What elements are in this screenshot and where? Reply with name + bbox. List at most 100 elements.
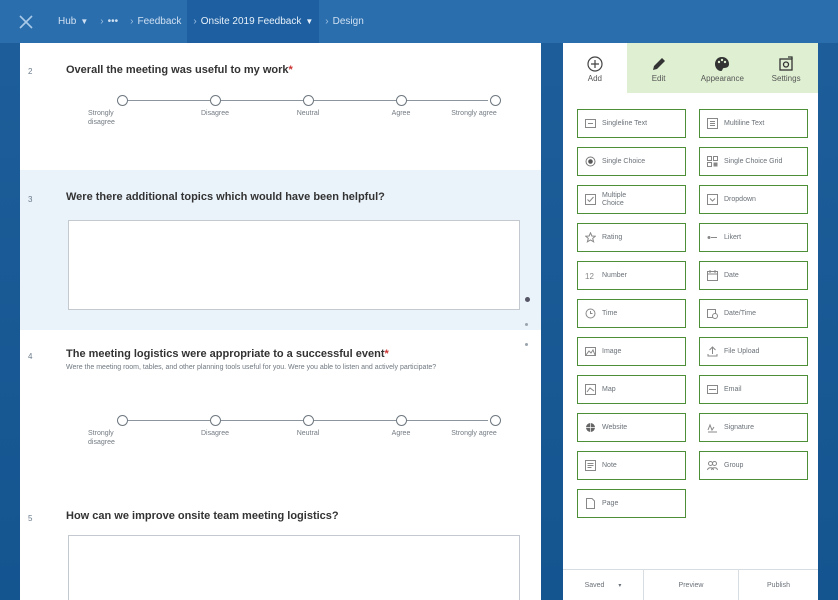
add-image-button[interactable]: Image bbox=[577, 337, 686, 366]
tab-label: Settings bbox=[771, 73, 801, 83]
tab-appearance[interactable]: Appearance bbox=[690, 43, 755, 93]
add-time-button[interactable]: Time bbox=[577, 299, 686, 328]
scale-label: Neutral bbox=[296, 430, 320, 437]
question-description: Were the meeting room, tables, and other… bbox=[66, 364, 437, 371]
top-nav-bar: Hub ▼ › ••• › Feedback › Onsite 2019 Fee… bbox=[0, 0, 838, 43]
question-title[interactable]: The meeting logistics were appropriate t… bbox=[66, 348, 389, 360]
upload-icon bbox=[700, 346, 724, 357]
radio-icon[interactable] bbox=[302, 415, 314, 426]
question-number: 3 bbox=[28, 195, 33, 204]
add-single-choice-button[interactable]: Single Choice bbox=[577, 147, 686, 176]
add-number-button[interactable]: 12 Number bbox=[577, 261, 686, 290]
scale-label: Strongly agree bbox=[451, 430, 497, 437]
scale-option[interactable]: Disagree bbox=[175, 413, 255, 438]
breadcrumb-feedback[interactable]: › Feedback bbox=[124, 0, 187, 43]
chevron-down-icon: ▼ bbox=[305, 17, 314, 26]
likert-icon bbox=[700, 232, 724, 243]
chevron-right-icon: › bbox=[100, 16, 104, 27]
breadcrumb-hub[interactable]: Hub ▼ bbox=[52, 0, 94, 43]
breadcrumb-label: Onsite 2019 Feedback bbox=[200, 16, 302, 27]
breadcrumb-more[interactable]: › ••• bbox=[94, 0, 124, 43]
scale-label: Strongly disagree bbox=[88, 430, 115, 446]
saved-dropdown[interactable]: Saved ▾ bbox=[563, 570, 643, 600]
question-type-label: Rating bbox=[602, 233, 623, 241]
question-type-label: Date bbox=[724, 271, 739, 279]
add-email-button[interactable]: Email bbox=[699, 375, 808, 404]
add-file-upload-button[interactable]: File Upload bbox=[699, 337, 808, 366]
scale-option[interactable]: Agree bbox=[361, 413, 441, 438]
tab-add[interactable]: Add bbox=[563, 43, 627, 93]
question-title[interactable]: Overall the meeting was useful to my wor… bbox=[66, 64, 293, 76]
question-title[interactable]: Were there additional topics which would… bbox=[66, 191, 385, 203]
tab-settings[interactable]: Settings bbox=[754, 43, 818, 93]
add-multiple-choice-button[interactable]: Multiple Choice bbox=[577, 185, 686, 214]
question-title-text: How can we improve onsite team meeting l… bbox=[66, 510, 339, 522]
scale-option[interactable]: Neutral bbox=[268, 413, 348, 438]
add-group-button[interactable]: Group bbox=[699, 451, 808, 480]
question-type-label: Website bbox=[602, 423, 628, 431]
panel-tabs: Add Edit Appearance Settings bbox=[563, 43, 818, 93]
page-icon bbox=[578, 498, 602, 509]
add-likert-button[interactable]: Likert bbox=[699, 223, 808, 252]
tab-label: Add bbox=[587, 73, 602, 83]
scale-option[interactable]: Strongly agree bbox=[434, 93, 514, 118]
preview-button[interactable]: Preview bbox=[643, 570, 738, 600]
scale-label: Strongly agree bbox=[451, 110, 497, 117]
scale-option[interactable]: Neutral bbox=[268, 93, 348, 118]
radio-icon[interactable] bbox=[395, 95, 407, 106]
radio-icon[interactable] bbox=[490, 95, 501, 106]
question-type-label: Single Choice Grid bbox=[724, 157, 783, 165]
add-page-button[interactable]: Page bbox=[577, 489, 686, 518]
chevron-down-icon: ▾ bbox=[618, 582, 622, 589]
settings-icon bbox=[777, 54, 795, 74]
add-dropdown-button[interactable]: Dropdown bbox=[699, 185, 808, 214]
answer-textarea[interactable] bbox=[68, 535, 520, 600]
tab-edit[interactable]: Edit bbox=[626, 43, 691, 93]
add-multiline-text-button[interactable]: Multiline Text bbox=[699, 109, 808, 138]
add-signature-button[interactable]: Signature bbox=[699, 413, 808, 442]
question-type-label: Group bbox=[724, 461, 744, 469]
radio-icon[interactable] bbox=[209, 95, 221, 106]
radio-icon[interactable] bbox=[209, 415, 221, 426]
breadcrumb-design[interactable]: › Design bbox=[319, 0, 369, 43]
answer-textarea[interactable] bbox=[68, 220, 520, 310]
clock-icon bbox=[578, 308, 602, 319]
close-icon[interactable] bbox=[0, 0, 52, 43]
multiline-text-icon bbox=[700, 118, 724, 129]
radio-icon[interactable] bbox=[302, 95, 314, 106]
radio-icon[interactable] bbox=[395, 415, 407, 426]
add-website-button[interactable]: Website bbox=[577, 413, 686, 442]
star-icon bbox=[578, 232, 602, 243]
dropdown-icon bbox=[700, 194, 724, 205]
scale-option[interactable]: Agree bbox=[361, 93, 441, 118]
publish-button[interactable]: Publish bbox=[738, 570, 818, 600]
scale-option[interactable]: Strongly disagree bbox=[82, 413, 162, 447]
add-singleline-text-button[interactable]: Singleline Text bbox=[577, 109, 686, 138]
scale-option[interactable]: Strongly disagree bbox=[82, 93, 162, 127]
scale-label: Disagree bbox=[200, 110, 229, 117]
singleline-text-icon bbox=[578, 119, 602, 128]
saved-label: Saved bbox=[584, 581, 605, 589]
add-date-button[interactable]: Date bbox=[699, 261, 808, 290]
scale-label: Agree bbox=[391, 110, 411, 117]
scale-option[interactable]: Strongly agree bbox=[434, 413, 514, 438]
question-title-text: Overall the meeting was useful to my wor… bbox=[66, 64, 289, 76]
grid-icon bbox=[700, 156, 724, 167]
breadcrumb-survey[interactable]: › Onsite 2019 Feedback ▼ bbox=[187, 0, 320, 43]
radio-icon[interactable] bbox=[116, 415, 128, 426]
scale-label: Strongly disagree bbox=[88, 110, 115, 126]
scale-option[interactable]: Disagree bbox=[175, 93, 255, 118]
radio-icon bbox=[578, 156, 602, 167]
add-rating-button[interactable]: Rating bbox=[577, 223, 686, 252]
question-title[interactable]: How can we improve onsite team meeting l… bbox=[66, 510, 339, 522]
chevron-right-icon: › bbox=[130, 16, 134, 27]
add-datetime-button[interactable]: Date/Time bbox=[699, 299, 808, 328]
question-type-label: Dropdown bbox=[724, 195, 756, 203]
breadcrumb-label: ••• bbox=[107, 16, 119, 27]
resize-handle[interactable] bbox=[525, 297, 530, 302]
radio-icon[interactable] bbox=[490, 415, 501, 426]
radio-icon[interactable] bbox=[116, 95, 128, 106]
add-single-choice-grid-button[interactable]: Single Choice Grid bbox=[699, 147, 808, 176]
add-note-button[interactable]: Note bbox=[577, 451, 686, 480]
add-map-button[interactable]: Map bbox=[577, 375, 686, 404]
